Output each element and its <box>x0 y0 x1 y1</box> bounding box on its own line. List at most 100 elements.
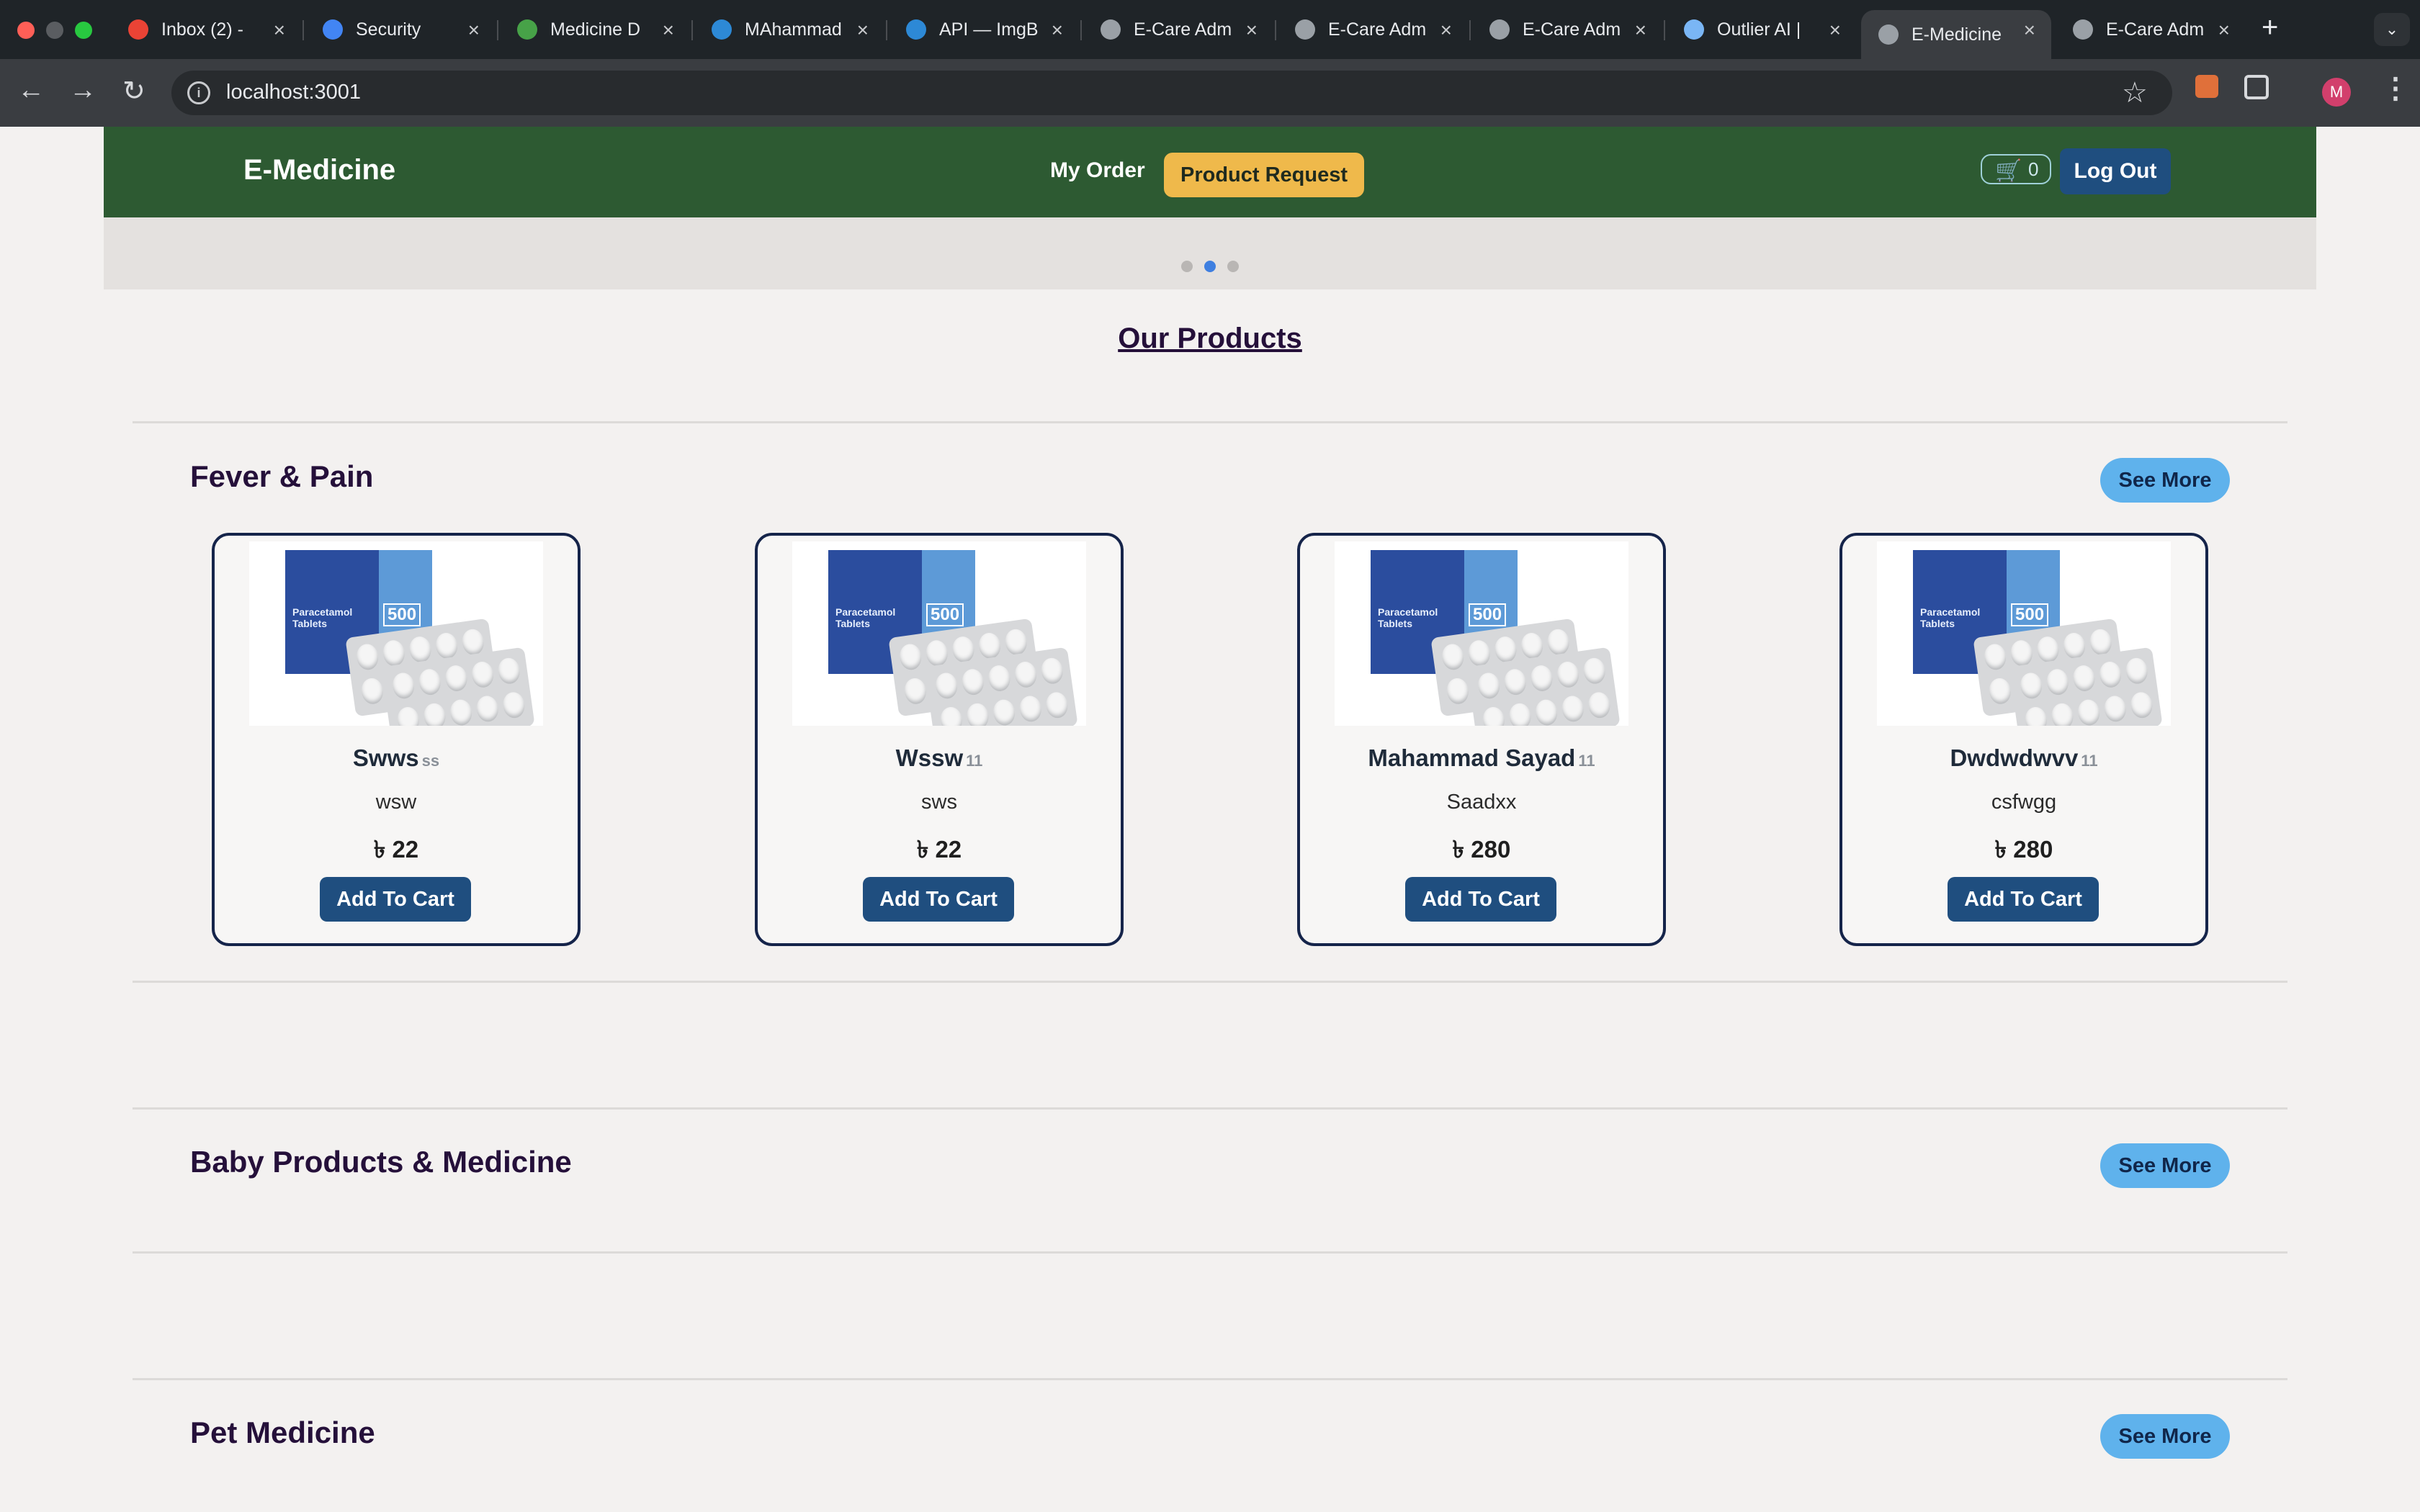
browser-tab[interactable]: E-Care Adm × <box>1083 10 1273 49</box>
tab-close-icon[interactable]: × <box>663 19 674 42</box>
cart-icon: 🛒 <box>1995 159 2022 183</box>
tab-close-icon[interactable]: × <box>2024 19 2035 42</box>
pill-graphic <box>501 690 526 720</box>
product-image[interactable]: Paracetamol Tablets 500 <box>1335 541 1628 726</box>
browser-tab-title: Security <box>356 19 421 40</box>
new-tab-button[interactable]: + <box>2262 12 2278 44</box>
box-brand-text: Paracetamol Tablets <box>1378 606 1438 629</box>
reload-icon[interactable]: ↻ <box>122 75 145 107</box>
tab-close-icon[interactable]: × <box>1635 19 1646 42</box>
tab-close-icon[interactable]: × <box>1440 19 1452 42</box>
metamask-extension-icon[interactable] <box>2195 75 2218 98</box>
tab-separator <box>1080 20 1082 40</box>
address-bar[interactable]: i localhost:3001 ☆ <box>171 71 2172 115</box>
browser-tab[interactable]: Inbox (2) - × <box>111 10 301 49</box>
back-arrow-icon[interactable]: ← <box>17 75 45 106</box>
pill-graphic <box>496 656 522 685</box>
add-to-cart-button[interactable]: Add To Cart <box>1405 877 1556 922</box>
cart-button[interactable]: 🛒 0 <box>1981 154 2051 184</box>
site-info-icon[interactable]: i <box>187 81 210 104</box>
category-title-baby-products: Baby Products & Medicine <box>190 1145 572 1179</box>
browser-tab[interactable]: E-Care Adm × <box>2056 10 2246 49</box>
add-to-cart-button[interactable]: Add To Cart <box>1948 877 2099 922</box>
browser-tab[interactable]: API — ImgB × <box>889 10 1079 49</box>
forward-arrow-icon[interactable]: → <box>69 75 97 106</box>
carousel-dot-1[interactable] <box>1181 261 1193 272</box>
tab-close-icon[interactable]: × <box>274 19 285 42</box>
box-brand-text: Paracetamol Tablets <box>292 606 353 629</box>
product-card[interactable]: Paracetamol Tablets 500 Mahammad Sayad 11 Sa… <box>1297 533 1666 946</box>
outlier-icon <box>1684 19 1704 40</box>
tab-close-icon[interactable]: × <box>1052 19 1063 42</box>
tab-close-icon[interactable]: × <box>2218 19 2230 42</box>
product-request-button[interactable]: Product Request <box>1164 153 1364 197</box>
browser-tab[interactable]: E-Medicine × <box>1861 10 2051 59</box>
add-to-cart-button[interactable]: Add To Cart <box>320 877 471 922</box>
browser-tab-title: E-Care Adm <box>1328 19 1427 40</box>
product-card[interactable]: Paracetamol Tablets 500 Wssw 11 sws ৳ 22 Add T… <box>755 533 1124 946</box>
product-card[interactable]: Paracetamol Tablets 500 Swws ss wsw ৳ 22 Add T… <box>212 533 581 946</box>
browser-tab-bar: Inbox (2) - × Security × Medicine D × MAhamma… <box>0 0 2420 59</box>
product-quantity: 11 <box>2081 752 2098 770</box>
pill-graphic <box>2129 690 2154 720</box>
pill-graphic <box>444 664 469 693</box>
browser-tab-title: E-Care Adm <box>2106 19 2205 40</box>
pill-graphic <box>1582 656 1608 685</box>
tab-close-icon[interactable]: × <box>468 19 480 42</box>
pill-graphic <box>1018 694 1044 724</box>
extensions-puzzle-icon[interactable] <box>2244 75 2269 99</box>
browser-tab[interactable]: E-Care Adm × <box>1472 10 1662 49</box>
product-name: Swws ss <box>215 744 578 772</box>
imgbb-icon <box>712 19 732 40</box>
box-strength-text: 500 <box>2011 603 2049 626</box>
browser-tab[interactable]: Medicine D × <box>500 10 690 49</box>
carousel-dot-2[interactable] <box>1204 261 1216 272</box>
product-price: ৳ 280 <box>1994 836 2053 863</box>
browser-tab[interactable]: E-Care Adm × <box>1278 10 1468 49</box>
pill-graphic <box>1982 642 2008 672</box>
product-card[interactable]: Paracetamol Tablets 500 Dwdwdwvv 11 csfwgg ৳ … <box>1839 533 2208 946</box>
browser-menu-icon[interactable]: ⋮ <box>2381 72 2410 105</box>
product-image[interactable]: Paracetamol Tablets 500 <box>1877 541 2171 726</box>
close-window-icon[interactable] <box>17 22 35 39</box>
tab-close-icon[interactable]: × <box>1246 19 1258 42</box>
profile-avatar[interactable]: M <box>2322 78 2351 107</box>
see-more-button-pet-medicine[interactable]: See More <box>2100 1414 2230 1459</box>
pill-graphic <box>2097 660 2123 689</box>
product-image[interactable]: Paracetamol Tablets 500 <box>249 541 543 726</box>
tab-separator <box>886 20 887 40</box>
pill-graphic <box>1987 677 2013 706</box>
tab-search-chevron-icon[interactable]: ⌄ <box>2374 13 2410 46</box>
pill-graphic <box>2124 656 2150 685</box>
section-heading: Our Products <box>1118 323 1302 354</box>
maximize-window-icon[interactable] <box>75 22 92 39</box>
tab-close-icon[interactable]: × <box>857 19 869 42</box>
bookmark-star-icon[interactable]: ☆ <box>2122 76 2148 109</box>
pill-graphic <box>960 667 986 697</box>
pill-graphic <box>1044 690 1070 720</box>
pill-graphic <box>991 698 1017 726</box>
category-title-pet-medicine: Pet Medicine <box>190 1416 375 1449</box>
my-order-link[interactable]: My Order <box>1050 158 1145 183</box>
box-strength-text: 500 <box>1469 603 1507 626</box>
minimize-window-icon[interactable] <box>46 22 63 39</box>
product-description: csfwgg <box>1991 791 2057 814</box>
see-more-button-fever-pain[interactable]: See More <box>2100 458 2230 503</box>
address-bar-url[interactable]: localhost:3001 <box>226 81 361 104</box>
browser-tab-title: E-Care Adm <box>1523 19 1621 40</box>
logout-button[interactable]: Log Out <box>2060 148 2171 194</box>
browser-tab[interactable]: Outlier AI | × <box>1667 10 1857 49</box>
pill-graphic <box>1476 671 1502 701</box>
tab-close-icon[interactable]: × <box>1829 19 1841 42</box>
pill-graphic <box>2045 667 2071 697</box>
pill-graphic <box>1502 667 1528 697</box>
product-image[interactable]: Paracetamol Tablets 500 <box>792 541 1086 726</box>
see-more-button-baby-products[interactable]: See More <box>2100 1143 2230 1188</box>
browser-tab[interactable]: Security × <box>305 10 496 49</box>
tab-separator <box>302 20 304 40</box>
browser-tab[interactable]: MAhammad × <box>694 10 884 49</box>
brand-logo[interactable]: E-Medicine <box>243 154 395 186</box>
carousel-dot-3[interactable] <box>1227 261 1239 272</box>
add-to-cart-button[interactable]: Add To Cart <box>863 877 1014 922</box>
pill-graphic <box>1529 664 1554 693</box>
